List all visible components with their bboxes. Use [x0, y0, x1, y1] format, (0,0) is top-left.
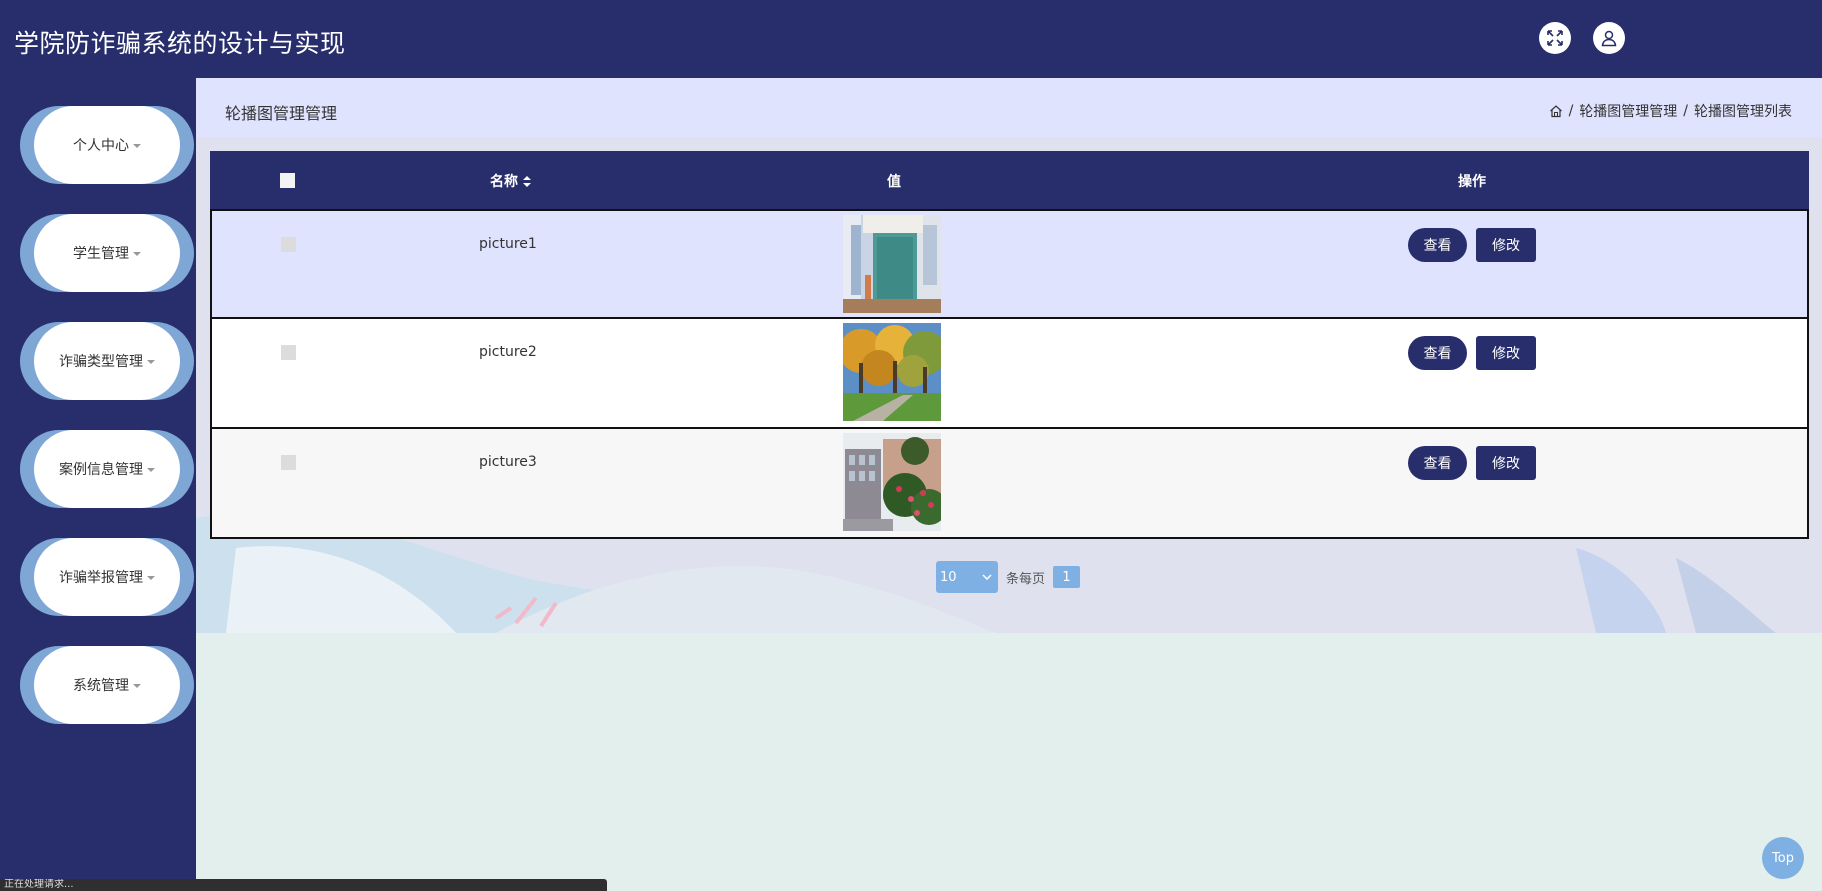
row-name: picture3 [479, 454, 537, 470]
column-header-value: 值 [887, 174, 901, 190]
building-entrance-photo[interactable] [843, 215, 941, 313]
column-header-operations: 操作 [1458, 174, 1486, 190]
data-table: 名称 值 操作 picture1 查看 修改 picture2 查看 修改 pi… [210, 151, 1809, 539]
sidebar: 个人中心 学生管理 诈骗类型管理 案例信息管理 诈骗举报管理 系统管理 [0, 78, 196, 891]
main-content: 轮播图管理管理 / 轮播图管理管理 / 轮播图管理列表 名称 值 操作 pict… [196, 78, 1822, 633]
campus-building-flowers-photo[interactable] [843, 433, 941, 531]
view-button[interactable]: 查看 [1408, 336, 1467, 370]
table-row: picture1 查看 修改 [210, 209, 1809, 319]
page-size-select[interactable]: 10 [936, 561, 998, 593]
home-icon[interactable] [1549, 104, 1563, 118]
row-name: picture1 [479, 236, 537, 252]
table-header: 名称 值 操作 [210, 151, 1809, 209]
breadcrumb-separator: / [1568, 103, 1574, 119]
row-checkbox[interactable] [281, 455, 296, 470]
edit-button[interactable]: 修改 [1476, 446, 1536, 480]
view-button[interactable]: 查看 [1408, 228, 1467, 262]
app-title: 学院防诈骗系统的设计与实现 [14, 29, 346, 58]
page-number-1[interactable]: 1 [1053, 566, 1081, 588]
back-to-top-button[interactable]: Top [1762, 837, 1804, 879]
sidebar-item-label: 诈骗类型管理 [59, 354, 143, 370]
caret-down-icon [147, 576, 155, 580]
breadcrumb-item-carousel-list: 轮播图管理列表 [1694, 104, 1792, 120]
edit-button[interactable]: 修改 [1476, 228, 1536, 262]
breadcrumb-separator: / [1683, 103, 1688, 119]
page-title: 轮播图管理管理 [225, 104, 338, 123]
caret-down-icon [147, 360, 155, 364]
sort-icon[interactable] [522, 176, 531, 187]
row-checkbox[interactable] [281, 345, 296, 360]
status-bar: 正在处理请求... [0, 879, 607, 891]
view-button[interactable]: 查看 [1408, 446, 1467, 480]
fullscreen-icon [1547, 30, 1563, 46]
table-row: picture3 查看 修改 [210, 429, 1809, 539]
breadcrumb: / 轮播图管理管理 / 轮播图管理列表 [1549, 101, 1792, 121]
edit-button[interactable]: 修改 [1476, 336, 1536, 370]
per-page-label: 条每页 [1006, 571, 1046, 587]
sidebar-item-fraud-report-management[interactable]: 诈骗举报管理 [20, 538, 194, 616]
row-name: picture2 [479, 344, 537, 360]
sidebar-item-system-management[interactable]: 系统管理 [20, 646, 194, 724]
sidebar-item-student-management[interactable]: 学生管理 [20, 214, 194, 292]
caret-down-icon [133, 684, 141, 688]
caret-down-icon [133, 144, 141, 148]
page-header-bar: 轮播图管理管理 / 轮播图管理管理 / 轮播图管理列表 [196, 78, 1822, 137]
sidebar-item-label: 学生管理 [73, 246, 129, 262]
column-header-name[interactable]: 名称 [490, 171, 531, 191]
sidebar-item-label: 系统管理 [73, 678, 129, 694]
app-header: 学院防诈骗系统的设计与实现 [0, 0, 1822, 78]
user-icon [1601, 30, 1617, 47]
table-row: picture2 查看 修改 [210, 319, 1809, 429]
sidebar-item-case-info-management[interactable]: 案例信息管理 [20, 430, 194, 508]
sidebar-item-label: 案例信息管理 [59, 462, 143, 478]
sidebar-item-label: 诈骗举报管理 [59, 570, 143, 586]
sidebar-item-label: 个人中心 [73, 138, 129, 154]
user-button[interactable] [1593, 22, 1625, 54]
fullscreen-button[interactable] [1539, 22, 1571, 54]
chevron-down-icon [982, 574, 992, 580]
pagination: 10 条每页 1 [936, 561, 1081, 593]
sidebar-item-personal-center[interactable]: 个人中心 [20, 106, 194, 184]
caret-down-icon [147, 468, 155, 472]
select-all-checkbox[interactable] [280, 173, 295, 188]
caret-down-icon [133, 252, 141, 256]
breadcrumb-item-carousel-management[interactable]: 轮播图管理管理 [1579, 101, 1677, 121]
row-checkbox[interactable] [281, 237, 296, 252]
sidebar-item-fraud-type-management[interactable]: 诈骗类型管理 [20, 322, 194, 400]
autumn-trees-photo[interactable] [843, 323, 941, 421]
